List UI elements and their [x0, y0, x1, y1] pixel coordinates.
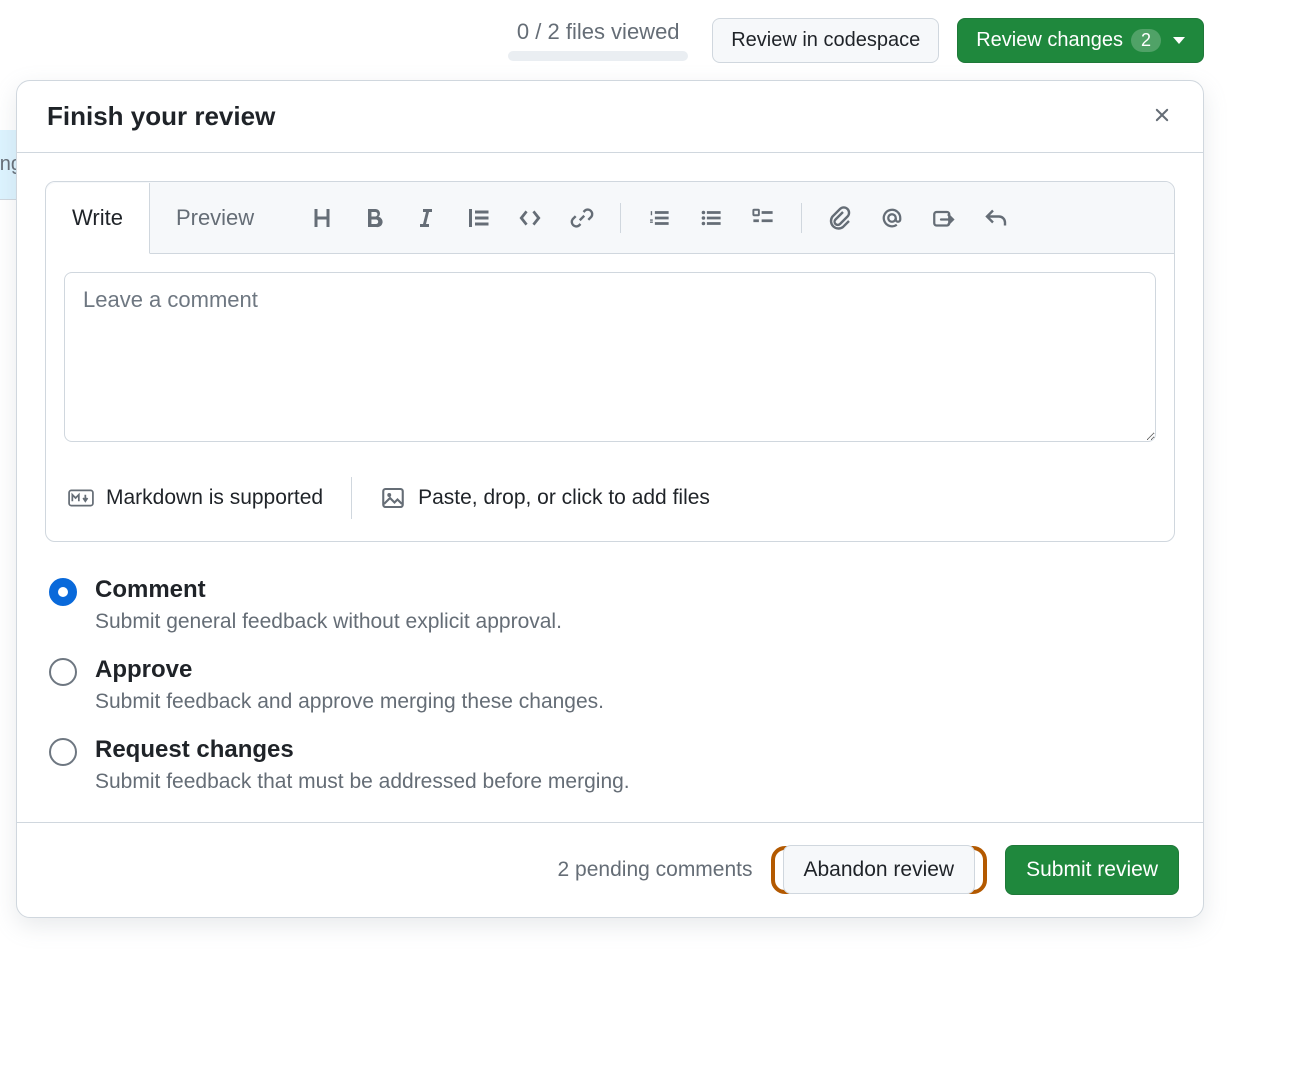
option-title: Request changes	[95, 736, 630, 764]
finish-review-popover: Finish your review Write Preview	[16, 80, 1204, 918]
abandon-review-button[interactable]: Abandon review	[783, 845, 976, 894]
comment-composer: Write Preview	[45, 181, 1175, 542]
tab-preview[interactable]: Preview	[150, 182, 280, 253]
markdown-toolbar	[280, 194, 1174, 242]
attach-files-label: Paste, drop, or click to add files	[418, 486, 710, 510]
attach-files-link[interactable]: Paste, drop, or click to add files	[380, 486, 710, 510]
option-comment[interactable]: Comment Submit general feedback without …	[49, 576, 1175, 634]
option-title: Comment	[95, 576, 562, 604]
markdown-help-label: Markdown is supported	[106, 486, 323, 510]
footer-separator	[351, 477, 352, 519]
toolbar-separator	[801, 203, 802, 233]
pr-topbar: 0 / 2 files viewed Review in codespace R…	[0, 0, 1316, 80]
attach-icon[interactable]	[816, 194, 864, 242]
toolbar-separator	[620, 203, 621, 233]
quote-icon[interactable]	[454, 194, 502, 242]
review-changes-button[interactable]: Review changes 2	[957, 18, 1204, 63]
composer-footer: Markdown is supported Paste, drop, or cl…	[46, 463, 1174, 541]
popover-footer: 2 pending comments Abandon review Submit…	[17, 822, 1203, 917]
pending-comments-label: 2 pending comments	[558, 858, 753, 882]
close-icon[interactable]	[1151, 104, 1173, 130]
review-count-badge: 2	[1131, 29, 1161, 52]
radio-icon	[49, 658, 77, 686]
files-viewed-label: 0 / 2 files viewed	[517, 19, 680, 45]
italic-icon[interactable]	[402, 194, 450, 242]
files-viewed-progress[interactable]	[508, 51, 688, 61]
cross-reference-icon[interactable]	[920, 194, 968, 242]
radio-icon	[49, 578, 77, 606]
option-desc: Submit general feedback without explicit…	[95, 610, 562, 634]
files-viewed-group: 0 / 2 files viewed	[508, 19, 688, 61]
link-icon[interactable]	[558, 194, 606, 242]
heading-icon[interactable]	[298, 194, 346, 242]
radio-icon	[49, 738, 77, 766]
bold-icon[interactable]	[350, 194, 398, 242]
option-desc: Submit feedback and approve merging thes…	[95, 690, 604, 714]
caret-down-icon	[1173, 37, 1185, 44]
documentation-highlight: Abandon review	[771, 846, 988, 894]
option-desc: Submit feedback that must be addressed b…	[95, 770, 630, 794]
option-title: Approve	[95, 656, 604, 684]
review-in-codespace-button[interactable]: Review in codespace	[712, 18, 939, 63]
mention-icon[interactable]	[868, 194, 916, 242]
composer-tabstrip: Write Preview	[46, 182, 1174, 254]
tab-write[interactable]: Write	[46, 183, 150, 254]
popover-title: Finish your review	[47, 101, 275, 132]
popover-header: Finish your review	[17, 81, 1203, 153]
option-approve[interactable]: Approve Submit feedback and approve merg…	[49, 656, 1175, 714]
task-list-icon[interactable]	[739, 194, 787, 242]
review-option-group: Comment Submit general feedback without …	[45, 576, 1175, 794]
review-in-codespace-label: Review in codespace	[731, 29, 920, 52]
comment-textarea[interactable]	[64, 272, 1156, 442]
code-icon[interactable]	[506, 194, 554, 242]
reply-icon[interactable]	[972, 194, 1020, 242]
review-changes-label: Review changes	[976, 29, 1123, 52]
unordered-list-icon[interactable]	[687, 194, 735, 242]
ordered-list-icon[interactable]	[635, 194, 683, 242]
submit-review-button[interactable]: Submit review	[1005, 845, 1179, 895]
option-request-changes[interactable]: Request changes Submit feedback that mus…	[49, 736, 1175, 794]
markdown-help-link[interactable]: Markdown is supported	[68, 486, 323, 510]
